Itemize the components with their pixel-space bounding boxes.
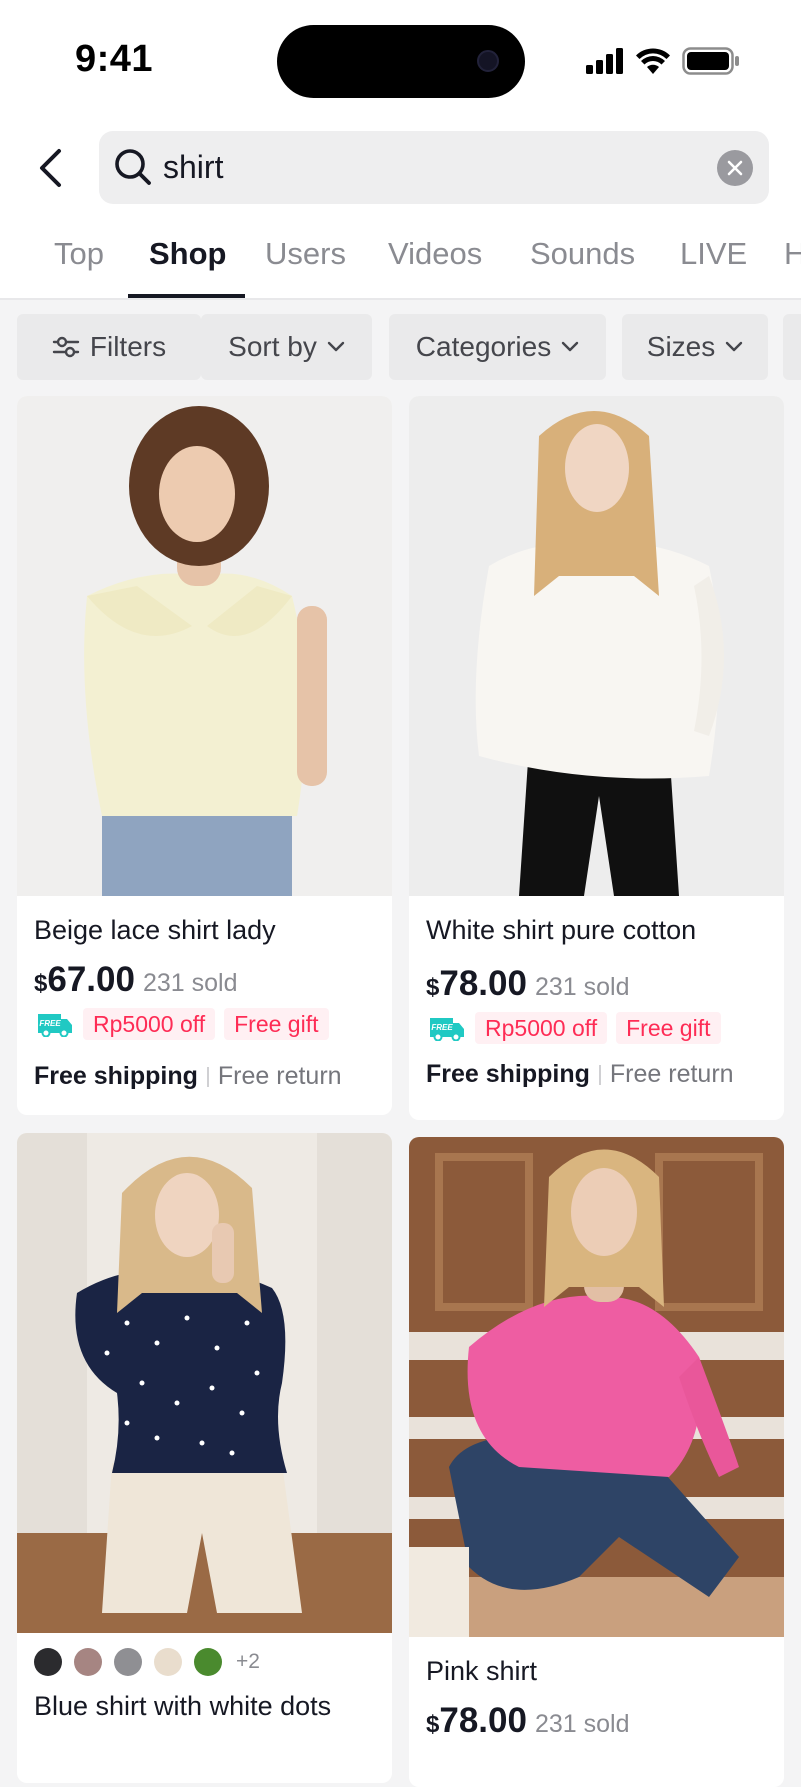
chevron-down-icon [562, 341, 579, 352]
free-badge-text: FREE [39, 1019, 61, 1028]
filters-label: Filters [89, 331, 167, 362]
product-card[interactable]: White shirt pure cotton $78.00 231 sold F… [409, 396, 784, 1120]
free-shipping-label: Free shipping [34, 1062, 198, 1090]
product-price: $67.00 231 sold [34, 960, 237, 1000]
product-card[interactable]: Beige lace shirt lady $67.00 231 sold FRE… [17, 396, 392, 1115]
free-badge-text: FREE [431, 1023, 453, 1032]
price-amount: 67.00 [47, 960, 135, 999]
sort-by-label: Sort by [228, 331, 317, 362]
tab-top[interactable]: Top [54, 236, 104, 272]
price-amount: 78.00 [439, 964, 527, 1003]
chevron-down-icon [327, 341, 345, 352]
status-time: 9:41 [75, 38, 154, 80]
search-input[interactable] [163, 131, 683, 204]
color-swatch[interactable] [74, 1648, 102, 1676]
search-icon [115, 149, 151, 185]
price-currency: $ [426, 974, 440, 1001]
discount-tag: Rp5000 off [475, 1012, 608, 1044]
sold-count: 231 sold [534, 1710, 630, 1738]
sizes-dropdown[interactable]: Sizes [622, 314, 768, 380]
categories-label: Categories [415, 331, 552, 362]
divider [598, 1064, 601, 1085]
product-title: White shirt pure cotton [426, 915, 697, 945]
price-amount: 78.00 [439, 1701, 527, 1740]
more-colors-count: +2 [236, 1650, 260, 1673]
free-shipping-label: Free shipping [426, 1060, 590, 1088]
color-swatch[interactable] [154, 1648, 182, 1676]
color-swatch[interactable] [194, 1648, 222, 1676]
product-image [409, 396, 784, 896]
divider [206, 1066, 209, 1087]
product-card[interactable]: Pink shirt $78.00 231 sold [409, 1137, 784, 1787]
dynamic-island [277, 25, 525, 98]
product-image [17, 396, 392, 896]
wifi-icon [636, 48, 670, 74]
tab-more[interactable]: H [784, 236, 801, 272]
tab-users[interactable]: Users [265, 236, 346, 272]
color-swatch[interactable] [34, 1648, 62, 1676]
product-title: Beige lace shirt lady [34, 915, 276, 945]
tab-shop[interactable]: Shop [149, 236, 227, 272]
more-filters-chip[interactable] [783, 314, 801, 380]
sold-count: 231 sold [534, 973, 630, 1001]
chevron-down-icon [726, 341, 743, 352]
tab-videos[interactable]: Videos [388, 236, 482, 272]
product-title: Pink shirt [426, 1656, 538, 1686]
tab-sounds[interactable]: Sounds [530, 236, 635, 272]
product-price: $78.00 231 sold [426, 964, 629, 1004]
product-image [409, 1137, 784, 1637]
free-gift-tag: Free gift [224, 1008, 329, 1040]
close-icon [727, 160, 743, 176]
sort-by-dropdown[interactable]: Sort by [201, 314, 372, 380]
search-tabs: Top Shop Users Videos Sounds LIVE H [0, 232, 801, 298]
sliders-icon [52, 336, 80, 358]
active-tab-indicator [128, 294, 245, 298]
free-shipping-truck-icon: FREE [38, 1014, 72, 1037]
free-gift-tag: Free gift [616, 1012, 721, 1044]
header: 9:41 shirt Top Shop Users Videos Sounds … [0, 0, 801, 300]
color-swatches: +2 [34, 1648, 260, 1676]
clear-search-button[interactable] [717, 150, 753, 186]
filters-button[interactable]: Filters [17, 314, 201, 380]
shipping-info: Free shipping Free return [34, 1062, 342, 1091]
status-icons [586, 46, 740, 76]
battery-icon [682, 47, 739, 75]
search-bar[interactable] [99, 131, 769, 204]
free-return-label: Free return [217, 1062, 342, 1090]
color-swatch[interactable] [114, 1648, 142, 1676]
camera-icon [477, 50, 499, 72]
sold-count: 231 sold [142, 969, 238, 997]
product-card[interactable]: +2 Blue shirt with white dots [17, 1133, 392, 1783]
product-price: $78.00 231 sold [426, 1701, 629, 1741]
shipping-info: Free shipping Free return [426, 1060, 734, 1089]
product-image [17, 1133, 392, 1633]
categories-dropdown[interactable]: Categories [389, 314, 606, 380]
price-currency: $ [34, 970, 48, 997]
tab-live[interactable]: LIVE [680, 236, 747, 272]
free-shipping-truck-icon: FREE [430, 1018, 464, 1041]
filter-bar: Filters Sort by Categories Sizes [0, 314, 801, 380]
price-currency: $ [426, 1711, 440, 1738]
discount-tag: Rp5000 off [83, 1008, 216, 1040]
free-return-label: Free return [609, 1060, 734, 1088]
product-title: Blue shirt with white dots [34, 1691, 332, 1721]
promo-tags: FREE Rp5000 off Free gift [426, 1012, 721, 1044]
chevron-left-icon [40, 149, 61, 187]
back-button[interactable] [28, 142, 72, 194]
promo-tags: FREE Rp5000 off Free gift [34, 1008, 329, 1040]
sizes-label: Sizes [646, 331, 716, 362]
cellular-signal-icon [586, 48, 623, 74]
